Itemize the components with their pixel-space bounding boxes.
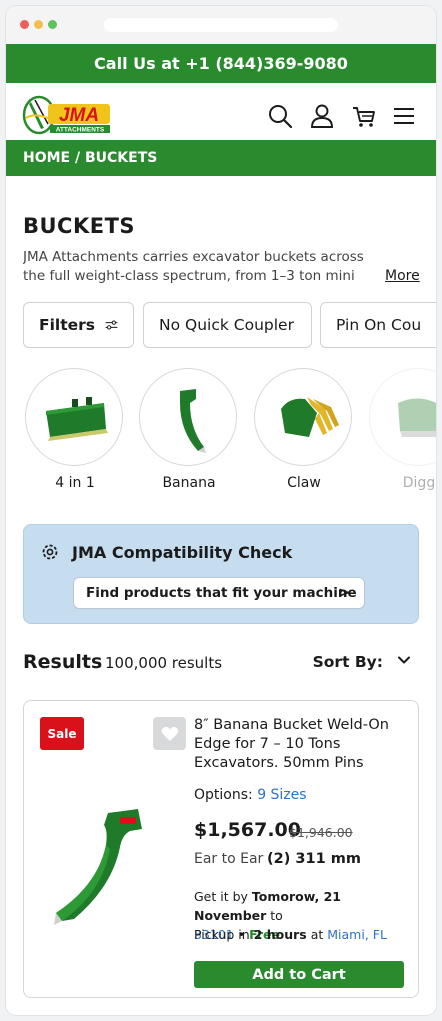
sliders-icon <box>105 320 118 330</box>
menu-icon[interactable] <box>391 103 417 129</box>
product-price: $1,567.00 <box>194 819 301 841</box>
results-count: 100,000 results <box>105 654 223 672</box>
search-icon[interactable] <box>267 103 293 129</box>
filter-chip-label: Pin On Cou <box>336 316 422 334</box>
subcategory-4-in-1[interactable]: 4 in 1 <box>25 368 125 491</box>
pickup-prefix: Pickup in <box>194 927 250 942</box>
product-image[interactable] <box>46 801 176 941</box>
add-to-cart-button[interactable]: Add to Cart <box>194 961 404 988</box>
window-close-dot[interactable] <box>20 20 29 29</box>
cart-icon[interactable] <box>351 103 377 129</box>
more-link[interactable]: More <box>385 268 420 284</box>
pickup-info: Pickup in 2 hours at Miami, FL <box>194 927 387 942</box>
delivery-to: to <box>270 908 283 923</box>
call-us-text[interactable]: Call Us at +1 (844)369-9080 <box>94 54 348 73</box>
spec-value: (2) 311 mm <box>267 851 361 867</box>
filters-button[interactable]: Filters <box>23 302 134 348</box>
breadcrumb-text[interactable]: HOME / BUCKETS <box>23 150 157 166</box>
jma-logo[interactable]: JMA ATTACHMENTS <box>22 94 114 136</box>
browser-frame: Call Us at +1 (844)369-9080 JMA ATTACHME… <box>6 6 436 1015</box>
compatibility-check-panel: JMA Compatibility Check Find products th… <box>23 524 419 624</box>
gear-icon <box>42 544 58 560</box>
find-products-button[interactable]: Find products that fit your machine > <box>73 577 365 609</box>
product-name[interactable]: 8″ Banana Bucket Weld-On Edge for 7 – 10… <box>194 716 404 773</box>
svg-text:JMA: JMA <box>59 105 99 126</box>
bucket-banana-image <box>180 389 206 453</box>
window-maximize-dot[interactable] <box>48 20 57 29</box>
delivery-prefix: Get it by <box>194 889 248 904</box>
subcategory-image <box>25 368 123 466</box>
browser-chrome <box>6 6 436 44</box>
category-description: JMA Attachments carries excavator bucket… <box>23 249 364 284</box>
subcategory-label: 4 in 1 <box>55 475 95 491</box>
spec-label: Ear to Ear <box>194 851 264 867</box>
product-card[interactable]: Sale 8″ Banana Bucket Weld-On Edge for 7… <box>23 700 419 998</box>
filter-chip-no-quick-coupler[interactable]: No Quick Coupler <box>143 302 312 348</box>
subcategory-digging[interactable]: Digg <box>369 368 436 491</box>
subcategory-claw[interactable]: Claw <box>254 368 354 491</box>
filter-chips-row: Filters No Quick Coupler Pin On Cou <box>23 302 436 349</box>
wishlist-button[interactable] <box>153 717 186 750</box>
find-products-label: Find products that fit your machine <box>86 585 357 601</box>
bucket-4in1-image <box>46 397 108 441</box>
subcategory-image <box>139 368 237 466</box>
pickup-location-link[interactable]: Miami, FL <box>327 927 387 942</box>
results-label: Results <box>23 651 103 673</box>
subcategory-image <box>254 368 352 466</box>
chevron-right-icon: > <box>338 585 350 601</box>
subcategory-label: Claw <box>287 475 321 491</box>
subcategory-image <box>369 368 436 466</box>
heart-icon <box>161 726 178 741</box>
subcategory-carousel: 4 in 1 Banana Claw Digg <box>23 368 436 498</box>
filters-label: Filters <box>39 316 96 334</box>
page-title: BUCKETS <box>23 214 136 238</box>
product-old-price: $1,946.00 <box>289 825 353 840</box>
subcategory-banana[interactable]: Banana <box>139 368 239 491</box>
bucket-digging-image <box>398 398 436 437</box>
product-options: Options: 9 Sizes <box>194 787 307 803</box>
address-bar[interactable] <box>104 18 338 32</box>
svg-text:ATTACHMENTS: ATTACHMENTS <box>56 127 105 134</box>
filter-chip-label: No Quick Coupler <box>159 316 294 334</box>
breadcrumb[interactable]: HOME / BUCKETS <box>6 140 436 176</box>
subcategory-label: Banana <box>162 475 216 491</box>
options-sizes-link[interactable]: 9 Sizes <box>257 787 306 803</box>
site-header: JMA ATTACHMENTS <box>6 83 436 147</box>
results-bar: Results 100,000 results Sort By: <box>23 651 419 677</box>
options-label: Options: <box>194 787 253 803</box>
sort-by-button[interactable]: Sort By: <box>313 653 383 671</box>
pickup-at: at <box>310 927 324 942</box>
account-icon[interactable] <box>309 103 335 129</box>
call-us-bar[interactable]: Call Us at +1 (844)369-9080 <box>6 44 436 83</box>
pickup-time: 2 hours <box>253 927 307 942</box>
filter-chip-pin-on-coupler[interactable]: Pin On Cou <box>320 302 436 348</box>
sale-badge: Sale <box>40 717 84 750</box>
compatibility-title: JMA Compatibility Check <box>72 543 293 562</box>
window-minimize-dot[interactable] <box>34 20 43 29</box>
bucket-claw-image <box>281 397 339 437</box>
chevron-down-icon[interactable] <box>397 653 411 667</box>
subcategory-label: Digg <box>402 475 436 491</box>
